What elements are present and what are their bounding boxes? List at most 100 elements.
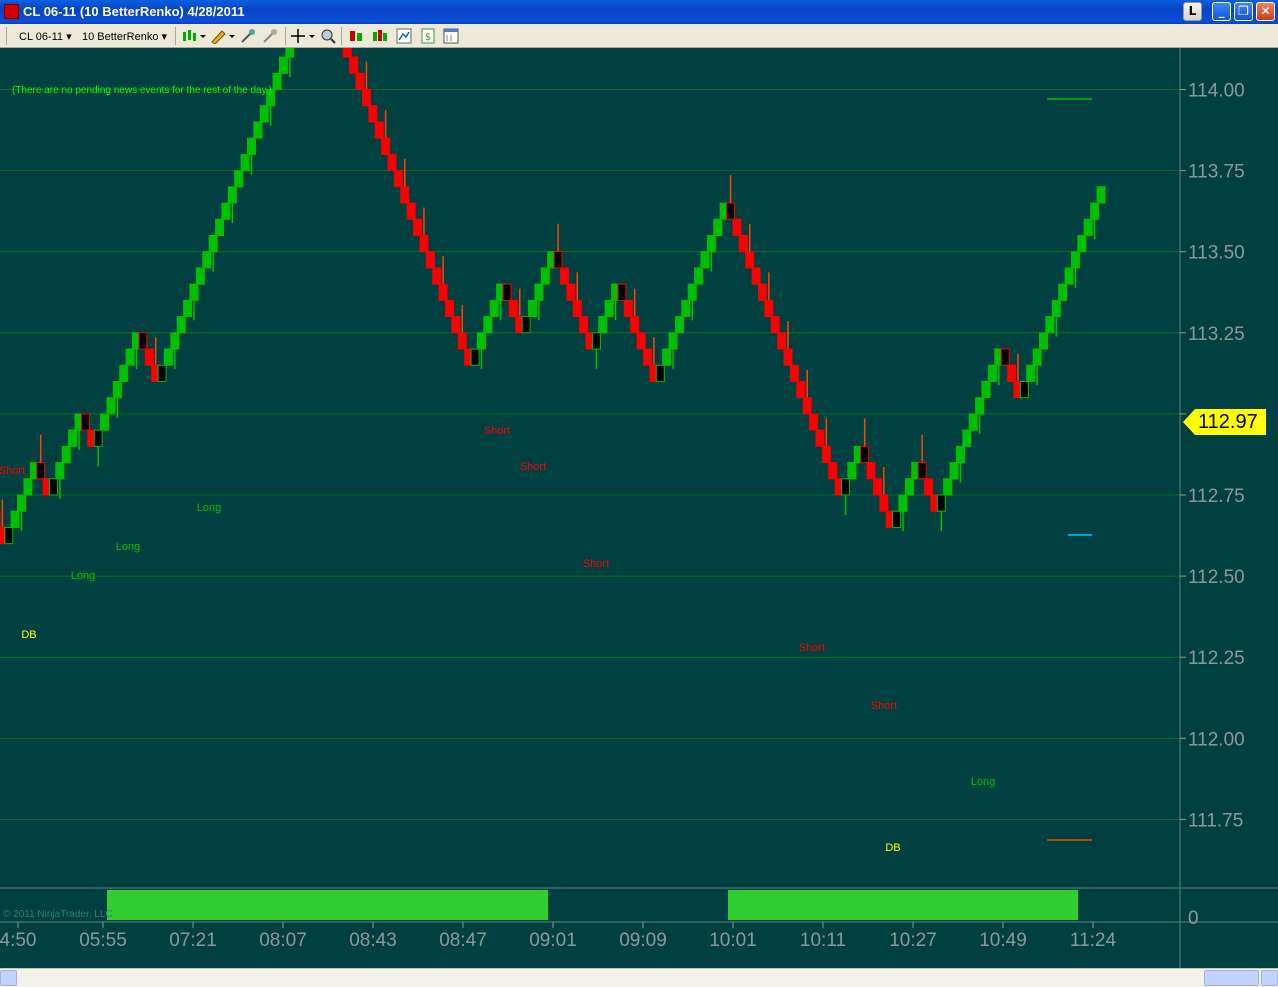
- renko-bar-up: [483, 316, 493, 334]
- minimize-button[interactable]: _: [1212, 2, 1231, 21]
- renko-bar-up: [674, 316, 684, 334]
- current-price-label: 112.97: [1198, 411, 1258, 433]
- renko-bar-down: [809, 413, 819, 431]
- scroll-left-button[interactable]: [0, 970, 17, 986]
- renko-bar-up: [949, 462, 959, 480]
- renko-bar-up: [713, 218, 723, 236]
- svg-text:$: $: [425, 32, 431, 43]
- data-box-icon[interactable]: [348, 28, 364, 44]
- renko-bar-down: [419, 234, 429, 253]
- renko-bar-up: [943, 478, 953, 496]
- renko-bar-up: [955, 445, 965, 464]
- chart-properties-icon[interactable]: $: [420, 28, 436, 44]
- horizontal-scrollbar[interactable]: [0, 968, 1278, 987]
- time-tick-label: 08:43: [349, 930, 397, 951]
- renko-bar-up: [278, 56, 288, 74]
- instrument-selector[interactable]: CL 06-11 ▾: [19, 30, 72, 43]
- renko-bar-down: [796, 380, 806, 399]
- strategies-icon[interactable]: [396, 28, 412, 44]
- price-tick-label: 112.75: [1188, 486, 1245, 507]
- renko-bar-up: [68, 429, 78, 447]
- renko-bar-up: [662, 348, 672, 366]
- price-tick-label: 113.75: [1188, 162, 1245, 183]
- renko-bar-down: [802, 397, 812, 415]
- renko-bar-down: [738, 234, 748, 253]
- renko-bar-down: [349, 56, 359, 74]
- renko-bar-down: [432, 267, 442, 285]
- renko-bar-down: [751, 267, 761, 285]
- renko-bar-up: [528, 299, 538, 318]
- maximize-button[interactable]: ❐: [1234, 2, 1253, 21]
- renko-bar-up: [176, 316, 186, 334]
- renko-bar-down: [872, 478, 882, 496]
- time-tick-label: 10:49: [979, 930, 1027, 951]
- price-tick-label: 113.50: [1188, 243, 1245, 264]
- renko-bar-up: [10, 510, 20, 528]
- renko-bar-down: [572, 299, 582, 318]
- window-title: CL 06-11 (10 BetterRenko) 4/28/2011: [23, 4, 245, 19]
- zoom-icon[interactable]: [320, 28, 336, 44]
- time-tick-label: 11:24: [1070, 930, 1117, 951]
- renko-bar-down: [566, 283, 576, 301]
- renko-bar-down: [617, 283, 627, 301]
- renko-bar-up: [1032, 348, 1042, 366]
- renko-bar-down: [502, 283, 512, 301]
- renko-bar-down: [757, 283, 767, 301]
- bar-style-icon[interactable]: [181, 28, 207, 44]
- renko-bar-up: [189, 283, 199, 301]
- renko-bar-up: [221, 202, 231, 220]
- close-button[interactable]: ✕: [1256, 2, 1275, 21]
- price-tick-label: 112.50: [1188, 567, 1245, 588]
- renko-bar-up: [1026, 364, 1036, 382]
- signal-label-db: DB: [21, 629, 36, 641]
- signal-label-short: Short: [871, 700, 897, 712]
- scroll-right-button[interactable]: [1261, 970, 1278, 986]
- renko-bar-down: [374, 121, 384, 139]
- renko-bar-down: [138, 332, 148, 350]
- renko-bar-down: [355, 72, 365, 90]
- renko-bar-down: [361, 89, 371, 107]
- drawing-tools-icon[interactable]: [240, 28, 256, 44]
- renko-bar-down: [821, 445, 831, 464]
- remove-drawings-icon[interactable]: [262, 28, 278, 44]
- time-tick-label: 08:47: [439, 930, 487, 951]
- renko-bar-up: [246, 137, 256, 155]
- renko-bar-down: [1000, 348, 1010, 366]
- renko-bar-down: [368, 105, 378, 123]
- renko-bar-up: [968, 413, 978, 431]
- renko-bar-down: [451, 316, 461, 334]
- scroll-thumb[interactable]: [1204, 970, 1259, 986]
- signal-label-long: Long: [116, 541, 140, 553]
- drawing-pencil-icon[interactable]: [210, 28, 236, 44]
- link-button[interactable]: L: [1183, 2, 1202, 21]
- crosshair-icon[interactable]: [290, 28, 316, 44]
- renko-bar-up: [234, 170, 244, 188]
- indicators-icon[interactable]: [372, 28, 388, 44]
- renko-bar-up: [521, 316, 531, 334]
- time-tick-label: 09:09: [619, 930, 667, 951]
- renko-bar-up: [687, 283, 697, 301]
- signal-label-db: DB: [885, 842, 900, 854]
- renko-bar-up: [1070, 251, 1080, 269]
- renko-bar-up: [48, 478, 58, 496]
- renko-bar-down: [643, 348, 653, 366]
- signal-label-long: Long: [971, 776, 995, 788]
- session-band: [728, 890, 1078, 920]
- chart-panel[interactable]: Short DB Long Long Long Short Short Short Short S…: [0, 48, 1278, 968]
- renko-bar-up: [1077, 234, 1087, 253]
- app-icon: [4, 4, 19, 19]
- renko-bar-up: [4, 526, 14, 545]
- renko-bar-up: [240, 153, 250, 172]
- renko-bar-down: [770, 316, 780, 334]
- renko-bar-down: [444, 299, 454, 318]
- renko-bar-up: [17, 494, 27, 512]
- renko-bar-down: [636, 332, 646, 350]
- renko-bar-up: [598, 316, 608, 334]
- price-chart[interactable]: Short DB Long Long Long Short Short Short Short S…: [0, 48, 1278, 968]
- renko-bar-down: [783, 348, 793, 366]
- renko-bar-up: [253, 121, 263, 139]
- renko-bar-down: [732, 218, 742, 236]
- properties-icon[interactable]: [443, 28, 459, 44]
- period-selector[interactable]: 10 BetterRenko ▾: [82, 30, 167, 43]
- renko-bar-down: [789, 364, 799, 382]
